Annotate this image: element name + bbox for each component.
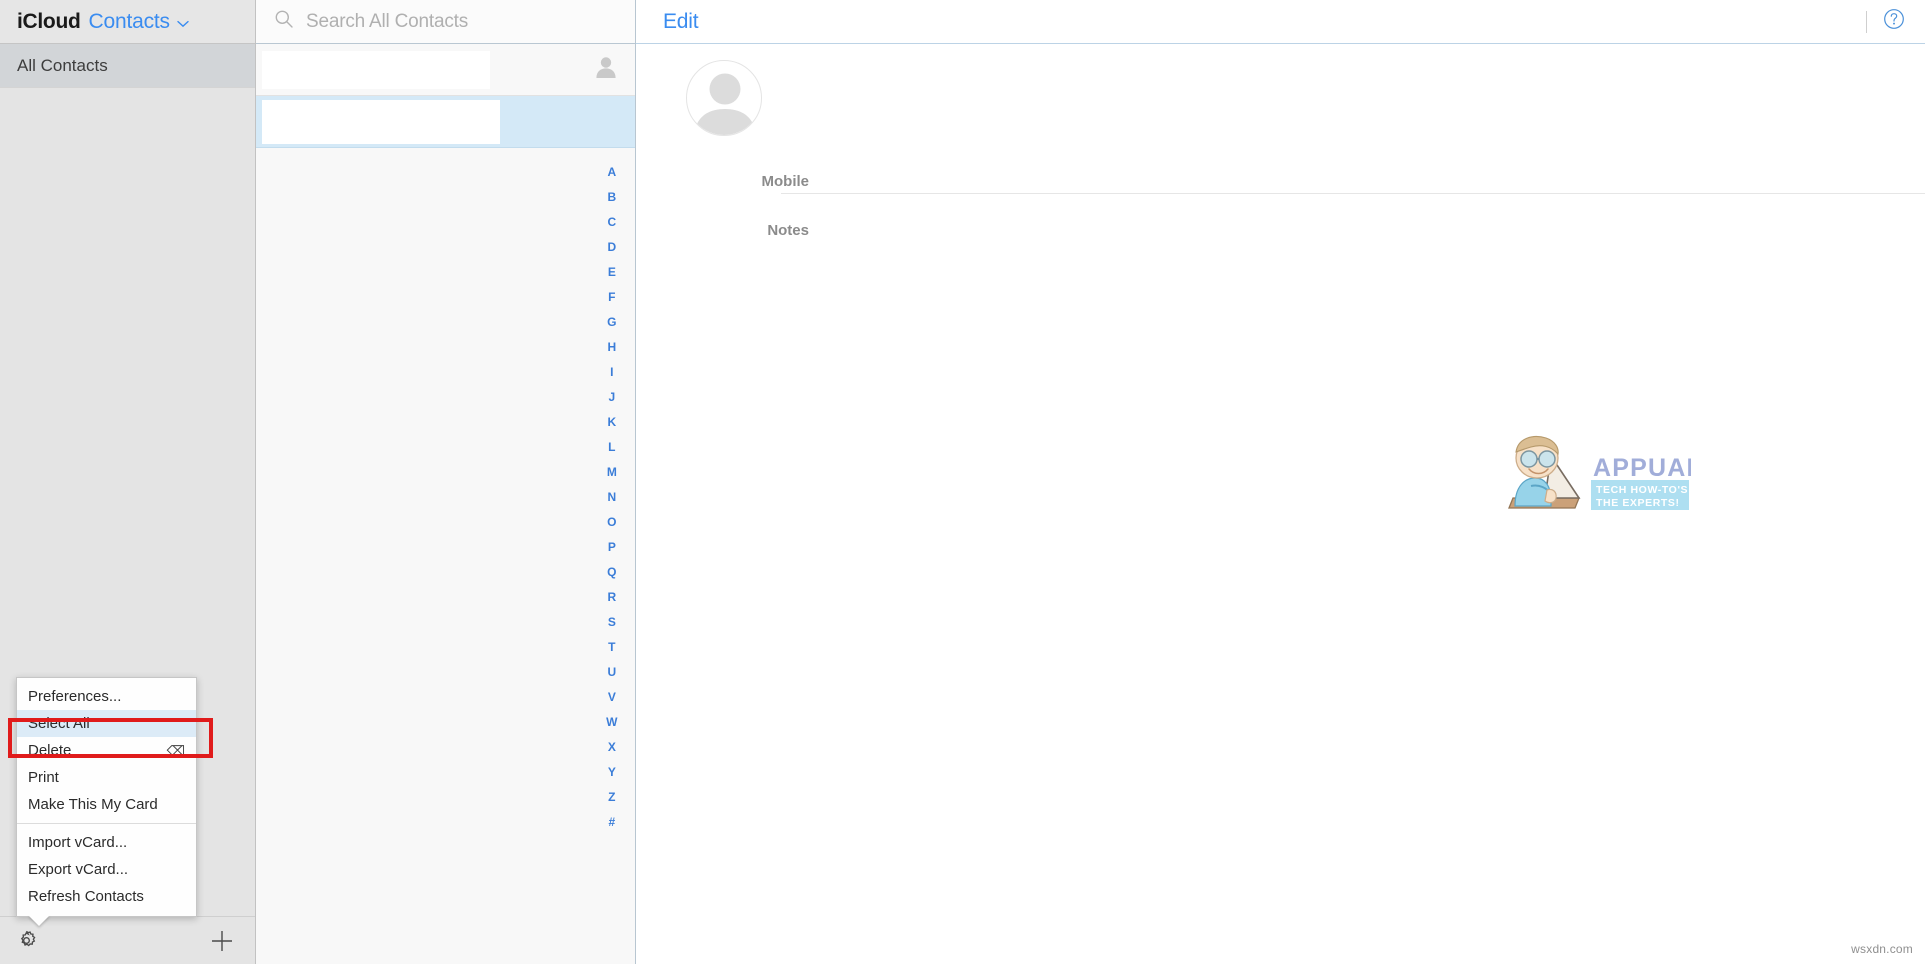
- alpha-index-letter[interactable]: I: [610, 360, 614, 385]
- alpha-index-letter[interactable]: D: [608, 235, 617, 260]
- menu-pointer-tail: [28, 915, 50, 926]
- alpha-index-letter[interactable]: T: [608, 635, 616, 660]
- contact-detail-pane: Edit Mobile Notes APPUA TECH HOW-TO'S TH…: [636, 0, 1925, 964]
- help-circle-icon[interactable]: [1883, 8, 1905, 35]
- alpha-index-letter[interactable]: V: [608, 685, 616, 710]
- alpha-index-letter[interactable]: F: [608, 285, 616, 310]
- alpha-index-letter[interactable]: E: [608, 260, 616, 285]
- menu-item-label: Refresh Contacts: [28, 888, 144, 905]
- search-input[interactable]: Search All Contacts: [306, 11, 468, 33]
- menu-item-preferences[interactable]: Preferences...: [17, 683, 196, 710]
- alpha-index-letter[interactable]: P: [608, 535, 616, 560]
- menu-item-label: Import vCard...: [28, 834, 128, 851]
- field-value[interactable]: [821, 173, 1925, 193]
- detail-toolbar: Edit: [636, 0, 1925, 44]
- menu-item-label: Select All: [28, 715, 90, 732]
- app-brand-header: iCloud Contacts: [0, 0, 255, 44]
- chevron-down-icon[interactable]: [177, 17, 189, 30]
- menu-item-label: Print: [28, 769, 59, 786]
- source-watermark: wsxdn.com: [1851, 942, 1913, 956]
- brand-icloud-label: iCloud: [17, 9, 81, 33]
- menu-divider: [17, 823, 196, 824]
- alpha-index-letter[interactable]: Q: [607, 560, 617, 585]
- field-mobile: Mobile: [636, 173, 1925, 193]
- svg-text:APPUALS: APPUALS: [1593, 454, 1691, 482]
- svg-text:THE EXPERTS!: THE EXPERTS!: [1596, 497, 1680, 509]
- alpha-index-letter[interactable]: Y: [608, 760, 616, 785]
- alpha-index-letter[interactable]: L: [608, 435, 616, 460]
- toolbar-divider: [1866, 10, 1867, 33]
- delete-key-icon: ⌫: [166, 742, 185, 758]
- menu-item-print[interactable]: Print: [17, 764, 196, 791]
- brand-app-label[interactable]: Contacts: [89, 10, 170, 34]
- alpha-index-letter[interactable]: W: [606, 710, 618, 735]
- field-notes: Notes: [636, 222, 1925, 242]
- svg-text:TECH HOW-TO'S FROM: TECH HOW-TO'S FROM: [1596, 484, 1691, 496]
- sidebar-item-label: All Contacts: [17, 55, 108, 75]
- menu-item-label: Export vCard...: [28, 861, 129, 878]
- menu-item-label: Preferences...: [28, 688, 122, 705]
- gear-icon[interactable]: [14, 928, 39, 953]
- alpha-index-letter[interactable]: O: [607, 510, 617, 535]
- person-placeholder-icon[interactable]: [686, 60, 762, 136]
- alphabet-index[interactable]: A B C D E F G H I J K L M N O P Q R S T …: [601, 160, 623, 835]
- contact-avatar-icon: [595, 55, 617, 84]
- menu-item-export-vcard[interactable]: Export vCard...: [17, 856, 196, 883]
- alpha-index-letter[interactable]: B: [608, 185, 617, 210]
- search-bar[interactable]: Search All Contacts: [256, 0, 635, 44]
- icloud-contacts-window: iCloud Contacts All Contacts Preferences…: [0, 0, 1925, 964]
- alpha-index-letter[interactable]: #: [609, 810, 616, 835]
- menu-item-select-all[interactable]: Select All: [17, 710, 196, 737]
- contact-name-redacted: [262, 99, 500, 144]
- plus-icon[interactable]: [209, 928, 235, 954]
- menu-item-label: Make This My Card: [28, 796, 158, 813]
- search-icon: [274, 9, 294, 34]
- alpha-index-letter[interactable]: M: [607, 460, 617, 485]
- menu-item-make-this-my-card[interactable]: Make This My Card: [17, 791, 196, 818]
- alpha-index-letter[interactable]: C: [608, 210, 617, 235]
- alpha-index-letter[interactable]: G: [607, 310, 617, 335]
- alpha-index-letter[interactable]: Z: [608, 785, 616, 810]
- menu-item-delete[interactable]: Delete ⌫: [17, 737, 196, 764]
- contact-list-item-selected[interactable]: [256, 96, 635, 148]
- alpha-index-letter[interactable]: K: [608, 410, 617, 435]
- field-label: Mobile: [761, 173, 810, 190]
- alpha-index-letter[interactable]: X: [608, 735, 616, 760]
- sidebar-item-all-contacts[interactable]: All Contacts: [0, 44, 255, 88]
- alpha-index-letter[interactable]: S: [608, 610, 616, 635]
- menu-item-refresh-contacts[interactable]: Refresh Contacts: [17, 883, 196, 910]
- contact-list-item[interactable]: [256, 44, 635, 96]
- contact-name-redacted: [262, 50, 490, 89]
- sidebar: iCloud Contacts All Contacts Preferences…: [0, 0, 256, 964]
- appuals-watermark: APPUALS TECH HOW-TO'S FROM THE EXPERTS!: [1501, 428, 1724, 518]
- field-value[interactable]: [821, 222, 1925, 242]
- contact-card: Mobile Notes: [636, 44, 1925, 242]
- settings-context-menu: Preferences... Select All Delete ⌫ Print…: [16, 677, 197, 926]
- alpha-index-letter[interactable]: N: [608, 485, 617, 510]
- alpha-index-letter[interactable]: H: [608, 335, 617, 360]
- alpha-index-letter[interactable]: U: [608, 660, 617, 685]
- edit-button[interactable]: Edit: [663, 10, 699, 34]
- field-label: Notes: [767, 222, 809, 239]
- alpha-index-letter[interactable]: J: [609, 385, 616, 410]
- menu-item-import-vcard[interactable]: Import vCard...: [17, 829, 196, 856]
- alpha-index-letter[interactable]: A: [608, 160, 617, 185]
- alpha-index-letter[interactable]: R: [608, 585, 617, 610]
- menu-item-label: Delete: [28, 742, 72, 759]
- contact-list-column: Search All Contacts A B C D E F G H I J …: [256, 0, 636, 964]
